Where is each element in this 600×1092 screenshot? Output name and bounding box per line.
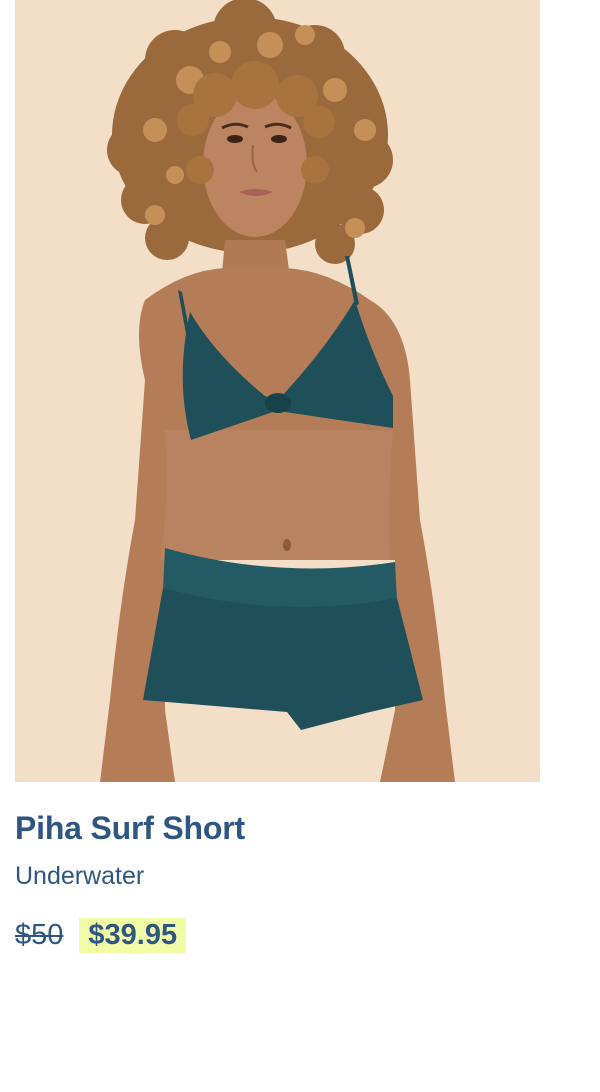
product-card: Piha Surf Short Underwater $50 $39.95 [0,0,600,1092]
price-row: $50 $39.95 [15,916,187,954]
original-price: $50 [15,918,64,951]
product-color-name: Underwater [15,862,145,890]
product-image[interactable] [15,0,540,782]
product-photo-illustration [15,0,540,782]
product-title[interactable]: Piha Surf Short [15,810,245,847]
sale-price-badge: $39.95 [79,917,187,953]
